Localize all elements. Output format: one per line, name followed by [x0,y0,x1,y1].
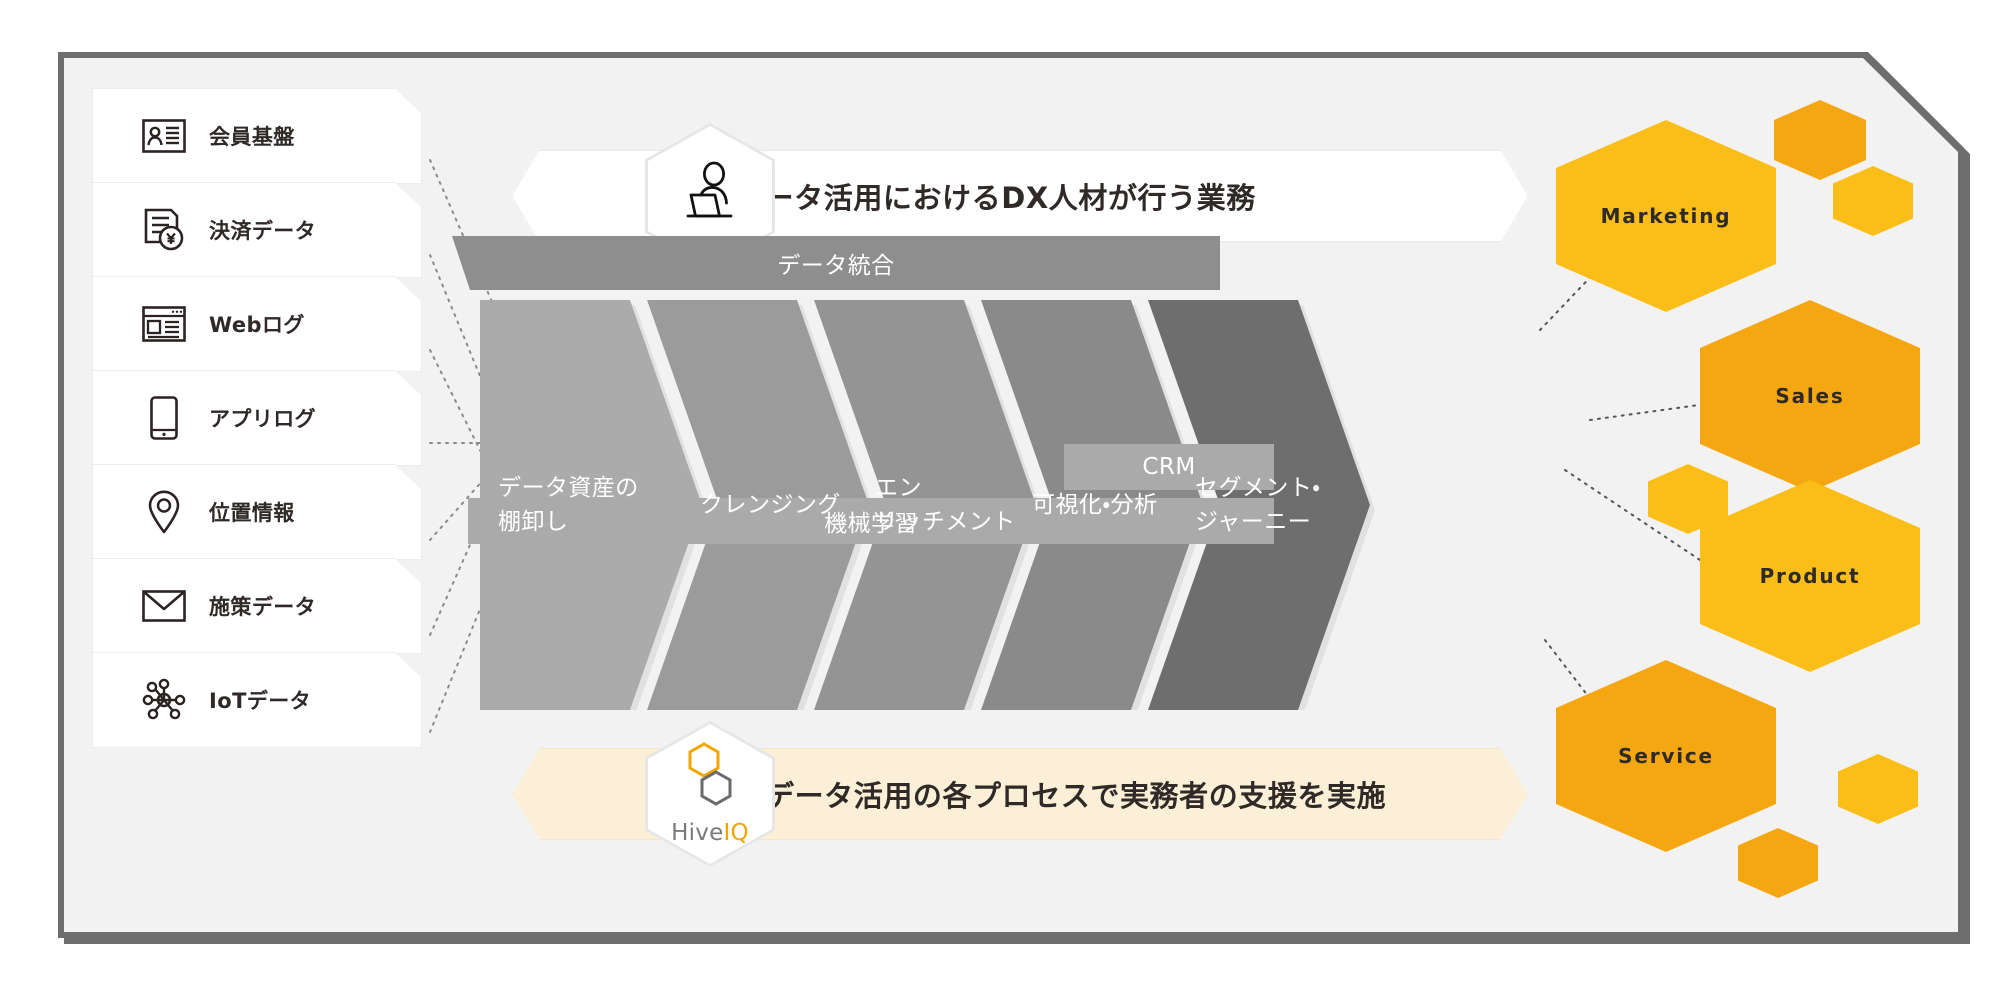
source-label: 位置情報 [209,501,295,525]
pipeline-top-strip-label: データ統合 [777,253,895,279]
title-banner-text: データ活用におけるDX人材が行う業務 [735,181,1256,215]
smartphone-icon [141,395,187,441]
pipeline-step-5[interactable]: セグメント・ ジャーニー [1195,300,1321,710]
source-label: 会員基盤 [209,125,295,149]
pipeline-step-label: 可視化・分析 [1032,491,1158,518]
pipeline-step-1[interactable]: データ資産の 棚卸し [498,300,639,710]
pipeline-step-label: エン リッチメント [875,474,1016,536]
pipeline-top-strip-data-integration[interactable]: データ統合 [452,236,1220,290]
payment-yen-document-icon [141,207,187,253]
hiveiq-hexagon-logo-icon [682,742,738,816]
data-sources-list: 会員基盤 決済データ Webログ アプリログ 位置情報 施策データ IoTデータ [92,88,422,898]
source-card-member-base[interactable]: 会員基盤 [92,88,422,184]
envelope-icon [141,583,187,629]
source-card-app-log[interactable]: アプリログ [92,370,422,466]
source-card-payment-data[interactable]: 決済データ [92,182,422,278]
pipeline-step-2[interactable]: クレンジング [700,300,841,710]
source-label: アプリログ [209,407,317,431]
audience-label: Sales [1775,384,1845,408]
source-label: 施策データ [209,595,317,619]
diagram-canvas: 会員基盤 決済データ Webログ アプリログ 位置情報 施策データ IoTデータ… [0,0,2000,1000]
pipeline-step-label: セグメント・ ジャーニー [1195,474,1321,536]
footer-banner-text: データ活用の各プロセスで実務者の支援を実施 [765,779,1387,813]
iot-network-icon [141,677,187,723]
source-label: IoTデータ [209,689,312,713]
pipeline-bottom-strip-label: CRM [1142,454,1196,480]
audience-label: Product [1759,564,1861,588]
person-at-laptop-icon [674,161,746,231]
hiveiq-wordmark: HiveIQ [671,820,749,846]
pipeline-step-4[interactable]: 可視化・分析 [1032,300,1158,710]
member-card-icon [141,113,187,159]
source-label: Webログ [209,313,305,337]
source-card-iot-data[interactable]: IoTデータ [92,652,422,748]
source-label: 決済データ [209,219,317,243]
browser-window-icon [141,301,187,347]
audience-label: Service [1618,744,1714,768]
map-pin-icon [141,489,187,535]
pipeline-step-label: データ資産の 棚卸し [498,474,639,536]
audience-label: Marketing [1600,204,1732,228]
source-card-campaign-data[interactable]: 施策データ [92,558,422,654]
pipeline-step-label: クレンジング [700,491,841,518]
source-card-web-log[interactable]: Webログ [92,276,422,372]
source-card-location-data[interactable]: 位置情報 [92,464,422,560]
pipeline-step-3[interactable]: エン リッチメント [875,300,1016,710]
